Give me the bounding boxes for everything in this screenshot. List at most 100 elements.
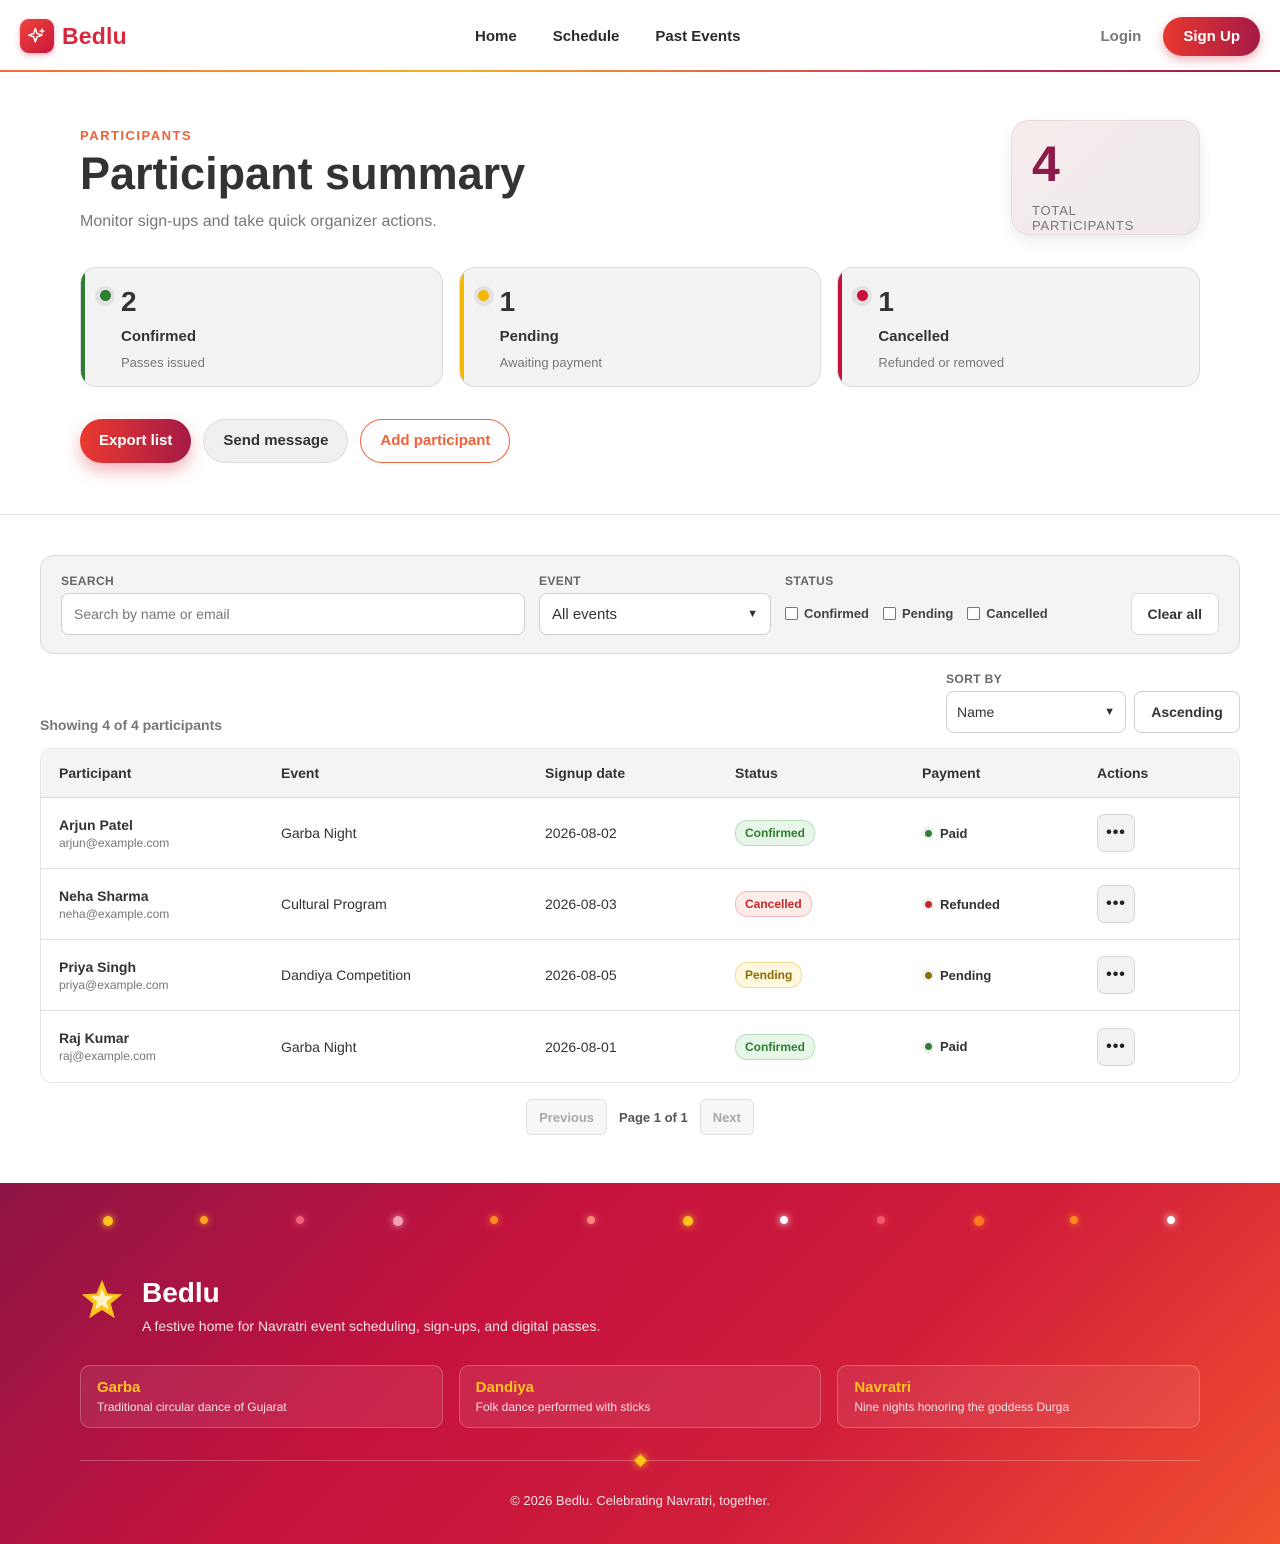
column-header[interactable]: Signup date bbox=[545, 765, 735, 781]
more-icon[interactable]: ••• bbox=[1097, 1027, 1135, 1066]
more-icon[interactable]: ••• bbox=[1097, 956, 1135, 994]
search-label: SEARCH bbox=[61, 574, 115, 588]
dance-card-title: Navratri bbox=[854, 1379, 912, 1396]
status-cell: Cancelled bbox=[735, 891, 922, 917]
nav-link-schedule[interactable]: Schedule bbox=[553, 28, 620, 45]
status-checkbox-pending[interactable]: Pending bbox=[883, 606, 953, 621]
status-checkbox-cancelled[interactable]: Cancelled bbox=[967, 606, 1048, 621]
total-participants-card: 4 TOTAL PARTICIPANTS bbox=[1011, 120, 1200, 235]
status-dot-icon bbox=[852, 285, 873, 306]
status-dot-icon bbox=[95, 285, 115, 306]
table-row: Priya Singh priya@example.com Dandiya Comp… bbox=[41, 940, 1239, 1011]
event-cell: Dandiya Competition bbox=[281, 967, 411, 983]
sort-order-button[interactable]: Ascending bbox=[1134, 691, 1240, 733]
table-row: Raj Kumar raj@example.com Garba Night 2026-… bbox=[41, 1011, 1239, 1082]
previous-page-button[interactable]: Previous bbox=[526, 1099, 608, 1135]
event-cell: Garba Night bbox=[281, 825, 357, 841]
event-cell: Garba Night bbox=[281, 1038, 357, 1055]
login-link[interactable]: Login bbox=[1101, 28, 1142, 45]
participant-name: Neha Sharma bbox=[59, 887, 149, 904]
chevron-down-icon: ▼ bbox=[747, 608, 758, 620]
status-badge: Cancelled bbox=[735, 891, 812, 917]
participant-cell: Neha Sharma neha@example.com bbox=[41, 888, 281, 921]
checkbox[interactable] bbox=[785, 607, 798, 620]
search-input[interactable] bbox=[61, 593, 525, 635]
light-bulb-icon bbox=[393, 1216, 404, 1226]
payment-status: Paid bbox=[922, 1039, 1097, 1054]
stat-accent-bar bbox=[459, 267, 464, 386]
light-bulb-icon bbox=[683, 1216, 694, 1226]
export-list-button[interactable]: Export list bbox=[80, 418, 192, 463]
sort-label: SORT BY bbox=[946, 672, 1003, 686]
event-label: EVENT bbox=[539, 574, 582, 588]
column-header[interactable]: Participant bbox=[41, 765, 281, 781]
participant-name: Priya Singh bbox=[59, 958, 137, 975]
footer-brand: Bedlu A festive home for Navratri event … bbox=[80, 1277, 600, 1334]
participant-email: priya@example.com bbox=[59, 977, 169, 992]
participants-table: Participant Event Signup date Status Pay… bbox=[40, 748, 1240, 1083]
stat-accent-bar bbox=[838, 267, 843, 386]
actions-cell: ••• bbox=[1097, 885, 1237, 923]
clear-all-button[interactable]: Clear all bbox=[1130, 593, 1219, 635]
checkbox[interactable] bbox=[883, 607, 896, 620]
more-icon[interactable]: ••• bbox=[1097, 885, 1135, 923]
dance-cards: Garba Traditional circular dance of Guja… bbox=[80, 1365, 1201, 1428]
payment-label: Paid bbox=[940, 825, 968, 841]
send-message-button[interactable]: Send message bbox=[203, 418, 349, 463]
participant-email: neha@example.com bbox=[59, 906, 170, 921]
column-header[interactable]: Event bbox=[281, 765, 545, 781]
signup-button[interactable]: Sign Up bbox=[1163, 16, 1260, 56]
payment-status: Refunded bbox=[922, 897, 1097, 912]
stat-label: Confirmed bbox=[121, 327, 196, 345]
stat-card-confirmed: 2 Confirmed Passes issued bbox=[80, 266, 443, 387]
stat-accent-bar bbox=[81, 267, 85, 386]
dance-card-description: Nine nights honoring the goddess Durga bbox=[854, 1400, 1070, 1414]
light-bulb-icon bbox=[876, 1216, 885, 1224]
brand-name: Bedlu bbox=[62, 22, 127, 49]
star-icon bbox=[80, 1277, 124, 1326]
status-stats: 2 Confirmed Passes issued 1 Pending Awai… bbox=[80, 266, 1201, 387]
dance-card-title: Garba bbox=[97, 1379, 141, 1396]
column-header[interactable]: Status bbox=[735, 765, 922, 781]
signup-date-cell: 2026-08-02 bbox=[545, 825, 617, 841]
nav-auth: Login Sign Up bbox=[1101, 16, 1260, 56]
checkbox-label: Cancelled bbox=[986, 606, 1048, 621]
status-badge: Pending bbox=[735, 962, 803, 988]
nav-link-past-events[interactable]: Past Events bbox=[655, 28, 740, 45]
payment-label: Pending bbox=[940, 967, 992, 983]
page-info: Page 1 of 1 bbox=[619, 1109, 688, 1125]
participant-cell: Raj Kumar raj@example.com bbox=[41, 1030, 281, 1063]
brand[interactable]: Bedlu bbox=[20, 19, 127, 53]
dance-card-title: Dandiya bbox=[475, 1379, 535, 1396]
dance-card-description: Traditional circular dance of Gujarat bbox=[97, 1400, 287, 1414]
add-participant-button[interactable]: Add participant bbox=[360, 418, 511, 463]
status-cell: Confirmed bbox=[735, 1033, 922, 1060]
status-dot-icon bbox=[473, 285, 494, 306]
footer-brand-name: Bedlu bbox=[142, 1277, 220, 1308]
next-page-button[interactable]: Next bbox=[699, 1099, 754, 1135]
column-header[interactable]: Payment bbox=[922, 765, 1097, 781]
checkbox[interactable] bbox=[967, 607, 981, 620]
table-row: Arjun Patel arjun@example.com Garba Night 2… bbox=[41, 798, 1239, 869]
light-bulb-icon bbox=[1167, 1216, 1175, 1224]
participant-cell: Priya Singh priya@example.com bbox=[41, 959, 281, 992]
payment-dot-icon bbox=[922, 1040, 934, 1053]
more-icon[interactable]: ••• bbox=[1097, 814, 1135, 852]
participant-name: Arjun Patel bbox=[59, 816, 133, 833]
summary-section: PARTICIPANTS Participant summary Monitor… bbox=[0, 72, 1280, 515]
stat-description: Awaiting payment bbox=[499, 354, 603, 370]
status-checkbox-confirmed[interactable]: Confirmed bbox=[785, 606, 869, 621]
stat-value: 2 bbox=[121, 285, 137, 317]
results-toolbar: Showing 4 of 4 participants SORT BY Name… bbox=[40, 654, 1240, 748]
payment-dot-icon bbox=[922, 969, 934, 981]
signup-date-cell: 2026-08-01 bbox=[545, 1038, 617, 1055]
nav-link-home[interactable]: Home bbox=[475, 28, 517, 45]
event-select[interactable]: All events ▼ bbox=[539, 593, 771, 635]
dance-card-description: Folk dance performed with sticks bbox=[475, 1400, 651, 1414]
results-count: Showing 4 of 4 participants bbox=[40, 717, 223, 733]
sort-select[interactable]: Name ▼ bbox=[946, 691, 1126, 733]
status-badge: Confirmed bbox=[735, 820, 815, 846]
stat-value: 1 bbox=[878, 285, 894, 317]
stat-card-pending: 1 Pending Awaiting payment bbox=[458, 266, 822, 387]
footer: Bedlu A festive home for Navratri event … bbox=[0, 1183, 1280, 1544]
